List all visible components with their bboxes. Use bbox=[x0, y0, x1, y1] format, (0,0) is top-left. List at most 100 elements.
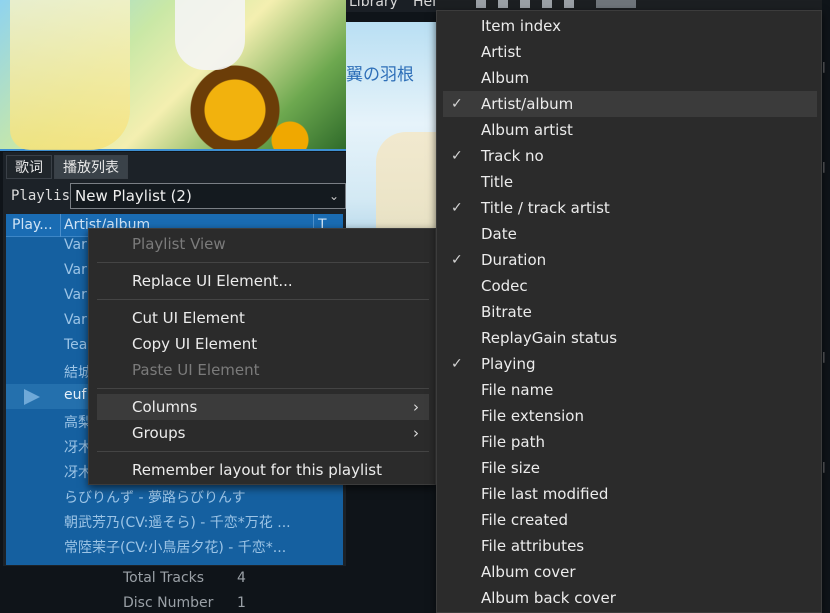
column-option[interactable]: Date bbox=[443, 221, 817, 247]
chevron-right-icon: › bbox=[413, 398, 419, 416]
checkmark-icon: ✓ bbox=[451, 148, 463, 164]
column-option[interactable]: File size bbox=[443, 455, 817, 481]
column-option[interactable]: Codec bbox=[443, 273, 817, 299]
column-option[interactable]: Album artist bbox=[443, 117, 817, 143]
table-row[interactable]: 常陸茉子(CV:小鳥居夕花) - 千恋*... bbox=[6, 534, 343, 559]
row-artist-album: Var bbox=[64, 287, 87, 303]
column-option[interactable]: File name bbox=[443, 377, 817, 403]
info-value: 1 bbox=[237, 595, 246, 611]
row-artist-album: らびりんず - 夢路らびりんす bbox=[64, 490, 246, 506]
menu-item-replace[interactable]: Replace UI Element... bbox=[97, 268, 429, 294]
toolbar bbox=[436, 0, 830, 10]
info-label: Disc Number bbox=[123, 595, 214, 611]
column-option[interactable]: ReplayGain status bbox=[443, 325, 817, 351]
column-option[interactable]: Title bbox=[443, 169, 817, 195]
edge-mark: | bbox=[822, 350, 826, 363]
right-edge-panel: | | | | bbox=[822, 0, 830, 613]
menu-item-playlist-view: Playlist View bbox=[132, 235, 226, 253]
table-row[interactable]: 朝武芳乃(CV:遥そら) - 千恋*万花 ... bbox=[6, 509, 343, 534]
column-option[interactable]: Bitrate bbox=[443, 299, 817, 325]
column-option[interactable]: File created bbox=[443, 507, 817, 533]
menu-divider bbox=[97, 299, 429, 300]
row-artist-album: 朝武芳乃(CV:遥そら) - 千恋*万花 ... bbox=[64, 515, 291, 531]
info-value: 4 bbox=[237, 570, 246, 586]
column-option-label: Artist bbox=[481, 43, 522, 61]
playlist-label: Playlis bbox=[11, 188, 69, 204]
row-artist-album: Var bbox=[64, 312, 87, 328]
row-artist-album: euf bbox=[64, 387, 87, 403]
tab-playlist[interactable]: 播放列表 bbox=[54, 155, 128, 179]
table-row[interactable]: らびりんず - 夢路らびりんす bbox=[6, 484, 343, 509]
edge-mark: | bbox=[822, 60, 826, 73]
menu-divider bbox=[97, 451, 429, 452]
checkmark-icon: ✓ bbox=[451, 200, 463, 216]
row-artist-album: Var bbox=[64, 262, 87, 278]
column-option[interactable]: File last modified bbox=[443, 481, 817, 507]
column-header-playing[interactable]: Play... bbox=[12, 217, 53, 233]
pause-icon[interactable] bbox=[498, 0, 508, 8]
column-option[interactable]: ✓ Track no bbox=[443, 143, 817, 169]
column-option-label: Album artist bbox=[481, 121, 573, 139]
playlist-select-value: New Playlist (2) bbox=[75, 187, 192, 205]
edge-mark: | bbox=[822, 160, 826, 173]
column-option-label: File attributes bbox=[481, 537, 585, 555]
column-option[interactable]: Album back cover bbox=[443, 585, 817, 611]
info-label: Total Tracks bbox=[123, 570, 205, 586]
column-option-label: ReplayGain status bbox=[481, 329, 618, 347]
info-row-total-tracks: Total Tracks 4 bbox=[123, 570, 246, 586]
column-option-label: Album cover bbox=[481, 563, 576, 581]
column-option[interactable]: Album cover bbox=[443, 559, 817, 585]
playlist-select[interactable]: New Playlist (2) ⌄ bbox=[70, 183, 346, 209]
previous-icon[interactable] bbox=[542, 0, 552, 8]
column-option[interactable]: ✓ Artist/album bbox=[443, 91, 817, 117]
column-option-label: Album bbox=[481, 69, 530, 87]
column-option-label: Date bbox=[481, 225, 517, 243]
column-option[interactable]: File extension bbox=[443, 403, 817, 429]
column-option[interactable]: Album bbox=[443, 65, 817, 91]
columns-submenu: Item index Artist Album ✓ Artist/album Album … bbox=[436, 10, 822, 613]
menu-help[interactable]: Help bbox=[413, 0, 436, 10]
next-icon[interactable] bbox=[564, 0, 574, 8]
column-option-label: File size bbox=[481, 459, 540, 477]
menu-library[interactable]: Library bbox=[349, 0, 398, 10]
column-option[interactable]: ✓ Duration bbox=[443, 247, 817, 273]
menu-item-copy[interactable]: Copy UI Element bbox=[97, 331, 429, 357]
art-figure-2 bbox=[175, 0, 245, 70]
column-option[interactable]: File attributes bbox=[443, 533, 817, 559]
column-option-label: Codec bbox=[481, 277, 528, 295]
column-option-label: File created bbox=[481, 511, 569, 529]
now-playing-icon bbox=[24, 389, 40, 405]
column-option-label: Album back cover bbox=[481, 589, 616, 607]
volume-meter[interactable] bbox=[596, 0, 636, 8]
checkmark-icon: ✓ bbox=[451, 252, 463, 268]
chevron-down-icon: ⌄ bbox=[328, 189, 339, 203]
column-option-label: Track no bbox=[481, 147, 544, 165]
menu-item-groups[interactable]: Groups › bbox=[97, 420, 429, 446]
play-icon[interactable] bbox=[520, 0, 530, 8]
info-row-disc-number: Disc Number 1 bbox=[123, 595, 246, 611]
row-artist-album: Var bbox=[64, 237, 87, 253]
column-option-label: File name bbox=[481, 381, 554, 399]
tab-lyrics[interactable]: 歌词 bbox=[6, 155, 52, 179]
column-option[interactable]: File path bbox=[443, 429, 817, 455]
column-option-label: Item index bbox=[481, 17, 561, 35]
column-option-label: Duration bbox=[481, 251, 547, 269]
menu-item-cut[interactable]: Cut UI Element bbox=[97, 305, 429, 331]
column-option[interactable]: Artist bbox=[443, 39, 817, 65]
column-option-label: File last modified bbox=[481, 485, 609, 503]
art-title-text: 翼の羽根 bbox=[346, 65, 414, 85]
row-artist-album: 常陸茉子(CV:小鳥居夕花) - 千恋*... bbox=[64, 540, 287, 556]
column-option-label: Title bbox=[481, 173, 514, 191]
column-option[interactable]: ✓ Title / track artist bbox=[443, 195, 817, 221]
column-option[interactable]: ✓ Playing bbox=[443, 351, 817, 377]
stop-icon[interactable] bbox=[476, 0, 486, 8]
playlist-selector-row: Playlis New Playlist (2) ⌄ bbox=[6, 182, 346, 210]
context-menu: Playlist View Replace UI Element... Cut … bbox=[88, 228, 436, 485]
column-option-label: File path bbox=[481, 433, 545, 451]
menu-item-remember-layout[interactable]: Remember layout for this playlist bbox=[97, 457, 429, 483]
column-option[interactable]: Item index bbox=[443, 13, 817, 39]
chevron-right-icon: › bbox=[413, 424, 419, 442]
menu-item-columns-label: Columns bbox=[132, 398, 198, 416]
menu-divider bbox=[97, 262, 429, 263]
menu-item-columns[interactable]: Columns › bbox=[97, 394, 429, 420]
